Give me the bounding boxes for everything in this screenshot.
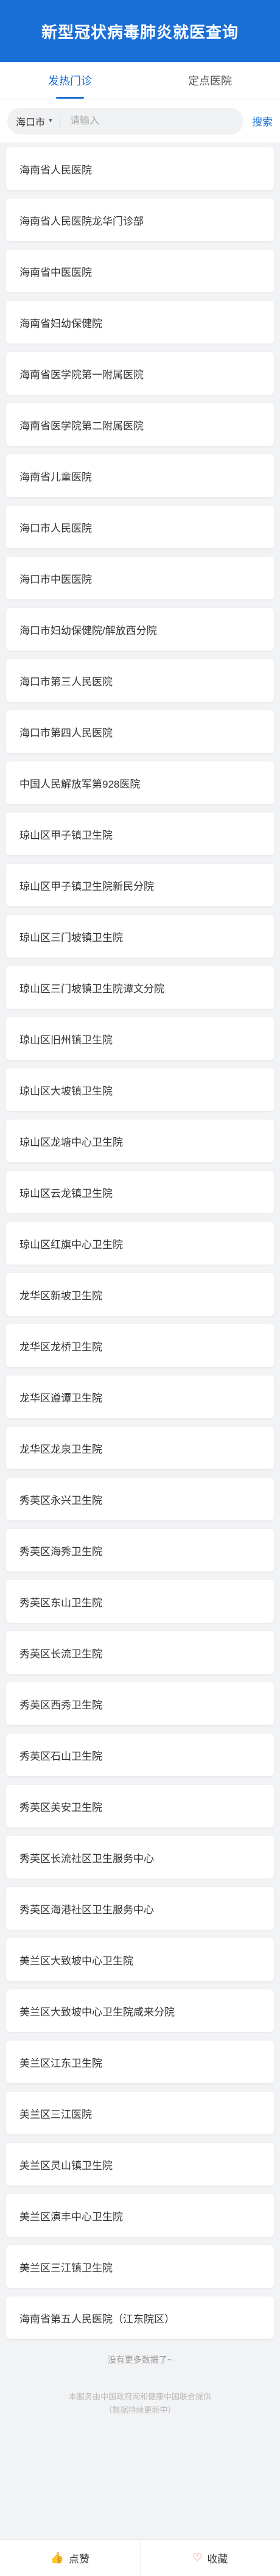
disclaimer-line-1: 本服务由中国政府网和健康中国联合提供 (68, 2392, 211, 2401)
hospital-list-item[interactable]: 琼山区云龙镇卫生院 (6, 1171, 274, 1213)
hospital-list-item[interactable]: 琼山区三门坡镇卫生院谭文分院 (6, 966, 274, 1009)
page-title: 新型冠状病毒肺炎就医查询 (41, 23, 239, 41)
hospital-list-item[interactable]: 琼山区红旗中心卫生院 (6, 1222, 274, 1265)
tab-designated-hospital[interactable]: 定点医院 (140, 62, 280, 99)
hospital-list-item[interactable]: 海口市妇幼保健院/解放西分院 (6, 608, 274, 651)
hospital-list-item[interactable]: 海南省人民医院 (6, 147, 274, 190)
hospital-list-item[interactable]: 海南省妇幼保健院 (6, 301, 274, 344)
hospital-list-item[interactable]: 美兰区大致坡中心卫生院 (6, 1938, 274, 1981)
hospital-list-item[interactable]: 琼山区龙塘中心卫生院 (6, 1120, 274, 1162)
hospital-list-item[interactable]: 秀英区美安卫生院 (6, 1785, 274, 1827)
no-more-text: 没有更多数据了~ (107, 2355, 173, 2365)
favorite-label: 收藏 (207, 2553, 228, 2565)
hospital-list-item[interactable]: 秀英区永兴卫生院 (6, 1478, 274, 1520)
disclaimer-line-2: （数据持续更新中） (104, 2405, 176, 2415)
hospital-list-item[interactable]: 琼山区大坡镇卫生院 (6, 1068, 274, 1111)
hospital-list-item[interactable]: 琼山区旧州镇卫生院 (6, 1017, 274, 1060)
like-label: 点赞 (68, 2553, 89, 2565)
hospital-list-item[interactable]: 琼山区三门坡镇卫生院 (6, 915, 274, 958)
city-selector[interactable]: 海口市 ▼ (16, 113, 60, 129)
bottom-action-bar: 👍 点赞 ♡ 收藏 (0, 2539, 280, 2576)
hospital-list-item[interactable]: 秀英区海港社区卫生服务中心 (6, 1887, 274, 1930)
hospital-list-item[interactable]: 龙华区遵谭卫生院 (6, 1375, 274, 1418)
hospital-list-item[interactable]: 海南省儿童医院 (6, 454, 274, 497)
disclaimer: 本服务由中国政府网和健康中国联合提供 （数据持续更新中） (0, 2390, 280, 2417)
heart-icon: ♡ (192, 2552, 203, 2564)
hospital-list-item[interactable]: 龙华区龙桥卫生院 (6, 1324, 274, 1367)
city-label: 海口市 (16, 117, 46, 128)
hospital-list-item[interactable]: 美兰区灵山镇卫生院 (6, 2143, 274, 2186)
hospital-list-item[interactable]: 琼山区甲子镇卫生院 (6, 813, 274, 855)
search-button[interactable]: 搜索 (252, 113, 273, 129)
tab-bar: 发热门诊 定点医院 (0, 62, 280, 99)
search-bar: 海口市 ▼ 搜索 (0, 99, 280, 143)
hospital-list-item[interactable]: 龙华区新坡卫生院 (6, 1273, 274, 1316)
search-input[interactable] (68, 115, 235, 127)
hospital-list-item[interactable]: 秀英区石山卫生院 (6, 1734, 274, 1776)
thumbs-up-icon: 👍 (50, 2552, 64, 2564)
caret-down-icon: ▼ (47, 118, 54, 124)
hospital-list-item[interactable]: 海南省人民医院龙华门诊部 (6, 199, 274, 241)
hospital-list-item[interactable]: 琼山区甲子镇卫生院新民分院 (6, 864, 274, 906)
hospital-list-item[interactable]: 海口市中医医院 (6, 557, 274, 599)
hospital-list-item[interactable]: 海口市第四人民医院 (6, 710, 274, 753)
hospital-list-item[interactable]: 海南省医学院第二附属医院 (6, 403, 274, 446)
hospital-list-item[interactable]: 海南省医学院第一附属医院 (6, 352, 274, 395)
hospital-list-item[interactable]: 秀英区东山卫生院 (6, 1580, 274, 1623)
hospital-list: 海南省人民医院 海南省人民医院龙华门诊部 海南省中医医院 海南省妇幼保健院 海南省医学院… (0, 143, 280, 2339)
search-box: 海口市 ▼ (7, 107, 243, 135)
hospital-list-item[interactable]: 美兰区三江医院 (6, 2092, 274, 2134)
hospital-list-item[interactable]: 秀英区长流社区卫生服务中心 (6, 1836, 274, 1879)
hospital-list-item[interactable]: 秀英区长流卫生院 (6, 1631, 274, 1674)
hospital-list-item[interactable]: 海口市人民医院 (6, 506, 274, 548)
hospital-list-item[interactable]: 海口市第三人民医院 (6, 659, 274, 702)
tab-fever-clinic[interactable]: 发热门诊 (0, 62, 140, 99)
hospital-list-item[interactable]: 美兰区江东卫生院 (6, 2041, 274, 2083)
hospital-list-item[interactable]: 秀英区西秀卫生院 (6, 1682, 274, 1725)
hospital-list-item[interactable]: 美兰区三江镇卫生院 (6, 2245, 274, 2288)
hospital-list-item[interactable]: 美兰区大致坡中心卫生院咸来分院 (6, 1989, 274, 2032)
like-button[interactable]: 👍 点赞 (0, 2540, 140, 2576)
favorite-button[interactable]: ♡ 收藏 (139, 2540, 280, 2576)
app-header: 新型冠状病毒肺炎就医查询 (0, 0, 280, 62)
hospital-list-item[interactable]: 美兰区演丰中心卫生院 (6, 2194, 274, 2237)
hospital-list-item[interactable]: 秀英区海秀卫生院 (6, 1529, 274, 1572)
hospital-list-item[interactable]: 龙华区龙泉卫生院 (6, 1427, 274, 1469)
hospital-list-item[interactable]: 海南省中医医院 (6, 250, 274, 292)
hospital-list-item[interactable]: 海南省第五人民医院（江东院区） (6, 2296, 274, 2339)
hospital-list-item[interactable]: 中国人民解放军第928医院 (6, 761, 274, 804)
